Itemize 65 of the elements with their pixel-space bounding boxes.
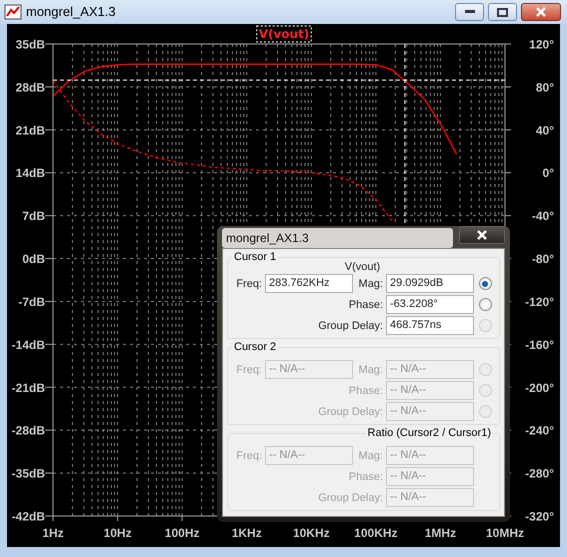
maximize-icon — [497, 8, 508, 16]
axis-label: -21dB — [12, 380, 45, 395]
axis-label: 10KHz — [292, 526, 330, 540]
value-field[interactable]: -63.2208° — [386, 295, 474, 314]
axis-label: -42dB — [12, 510, 45, 524]
minimize-icon — [464, 10, 474, 14]
axis-label: 28dB — [16, 80, 45, 94]
field-label: Freq: — [235, 362, 262, 376]
axis-label: 120° — [529, 38, 554, 52]
axis-label: -160° — [525, 338, 554, 352]
maximize-button[interactable] — [488, 3, 517, 21]
axis-label: 7dB — [22, 209, 45, 224]
group-title: Ratio (Cursor2 / Cursor1) — [366, 427, 493, 440]
freq-field[interactable]: 283.762KHz — [265, 274, 353, 293]
axis-label: 1KHz — [232, 526, 262, 540]
field-label: Mag: — [358, 448, 383, 462]
axis-label: -320° — [525, 510, 554, 524]
axis-label: -14dB — [12, 338, 45, 352]
field-label: Freq: — [235, 276, 262, 290]
axis-label: -240° — [525, 424, 554, 438]
cursor-line[interactable] — [52, 80, 506, 81]
minimize-button[interactable] — [455, 3, 484, 21]
field-label: Group Delay: — [317, 318, 383, 332]
value-field[interactable]: 29.0929dB — [386, 274, 474, 293]
axis-label: -28dB — [12, 424, 45, 438]
close-icon — [476, 230, 488, 240]
radio-button[interactable] — [478, 298, 492, 311]
field-label: Group Delay: — [317, 404, 383, 418]
axis-label: 40° — [536, 123, 554, 138]
field-label: Group Delay: — [317, 490, 383, 504]
close-button[interactable] — [521, 3, 561, 21]
trace-name: V(vout) — [344, 260, 380, 274]
axis-label: 0dB — [22, 252, 45, 266]
axis-label: -35dB — [12, 466, 45, 481]
axis-label: 80° — [536, 80, 554, 94]
dialog-title: mongrel_AX1.3 — [222, 228, 453, 248]
axis-label: 1MHz — [424, 526, 456, 540]
axis-label: 0° — [542, 166, 554, 180]
axis-label: 21dB — [16, 123, 45, 138]
axis-label: -80° — [532, 252, 554, 266]
chart-icon — [4, 4, 22, 20]
axis-label: -280° — [525, 466, 554, 481]
axis-label: -7dB — [18, 294, 45, 309]
axis-label: 10MHz — [486, 526, 524, 540]
trace-label[interactable]: V(vout) — [256, 26, 312, 42]
field-label: Phase: — [348, 298, 383, 312]
axis-label: 1Hz — [42, 526, 64, 540]
axis-label: -200° — [525, 380, 554, 395]
axis-label: 100KHz — [354, 526, 398, 540]
close-icon — [535, 7, 547, 17]
value-field[interactable]: 468.757ns — [386, 316, 474, 335]
axis-label: 14dB — [16, 166, 45, 180]
field-label: Mag: — [358, 362, 383, 376]
axis-label: 10Hz — [104, 526, 132, 540]
field-label: Mag: — [358, 276, 383, 290]
close-button[interactable] — [459, 226, 505, 244]
axis-label: -120° — [525, 294, 554, 309]
axis-label: -40° — [532, 209, 554, 224]
axis-label: 100Hz — [164, 526, 200, 540]
axis-label: 35dB — [16, 38, 45, 52]
window-title: mongrel_AX1.3 — [26, 3, 117, 22]
field-label: Phase: — [348, 384, 383, 398]
field-label: Phase: — [348, 470, 383, 484]
field-label: Freq: — [235, 448, 262, 462]
radio-button[interactable] — [478, 277, 492, 290]
